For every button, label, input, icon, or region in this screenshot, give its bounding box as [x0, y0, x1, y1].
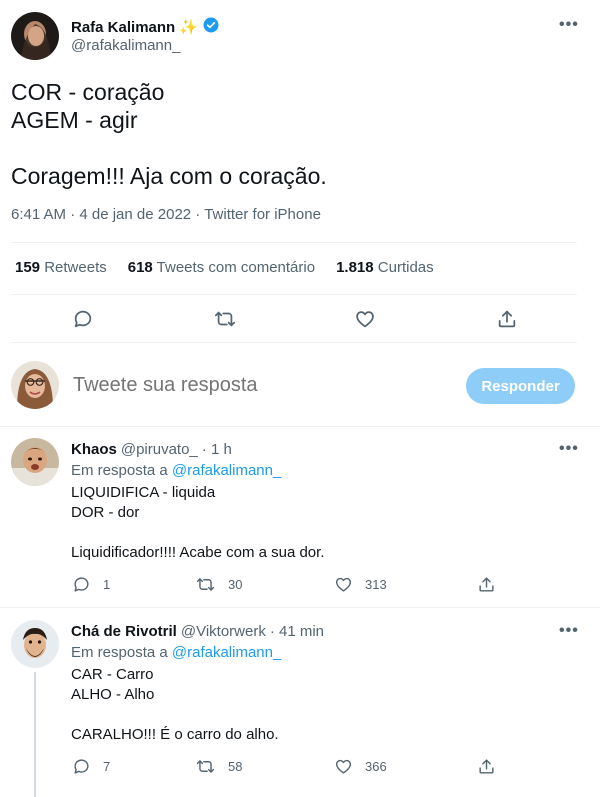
like-count: 313	[365, 577, 387, 592]
reply-author-handle: @Viktorwerk	[180, 623, 266, 640]
more-options-icon[interactable]: •••	[559, 16, 579, 34]
reply-text: LIQUIDIFICA - liquida DOR - dor Liquidif…	[71, 484, 325, 561]
thread-line	[34, 672, 36, 797]
retweet-count: 58	[228, 759, 243, 774]
like-action[interactable]: 366	[334, 757, 387, 776]
in-reply-to-link[interactable]: @rafakalimann_	[172, 644, 281, 661]
reply-author-name: Chá de Rivotril	[71, 623, 177, 640]
sparkles-emoji: ✨	[179, 19, 198, 36]
share-icon[interactable]	[494, 306, 520, 332]
divider	[11, 294, 577, 295]
tweet-metadata: 6:41 AM · 4 de jan de 2022 · Twitter for…	[11, 206, 321, 223]
more-options-icon[interactable]: •••	[559, 622, 579, 640]
reply-icon	[74, 759, 89, 774]
reply-count: 7	[103, 759, 111, 774]
like-icon	[335, 577, 352, 592]
reply-author[interactable]: Khaos @piruvato_ · 1 h	[71, 441, 232, 458]
like-count: 366	[365, 759, 387, 774]
reply-time[interactable]: · 41 min	[270, 623, 324, 640]
reply-avatar[interactable]	[11, 438, 59, 486]
reply-icon	[74, 577, 89, 592]
quotes-label: Tweets com comentário	[156, 259, 316, 276]
reply-time[interactable]: · 1 h	[202, 441, 232, 458]
tweet-source[interactable]: Twitter for iPhone	[204, 206, 321, 223]
tweet-stats: 159 Retweets 618 Tweets com comentário 1…	[15, 259, 434, 276]
in-reply-to: Em resposta a @rafakalimann_	[71, 462, 281, 479]
reply-author-name: Khaos	[71, 441, 117, 458]
more-options-icon[interactable]: •••	[559, 440, 579, 458]
divider	[11, 342, 577, 343]
reply-button[interactable]: Responder	[466, 368, 575, 404]
author-name-text: Rafa Kalimann	[71, 18, 176, 36]
share-icon	[479, 759, 494, 774]
reply-icon[interactable]	[70, 306, 96, 332]
in-reply-to: Em resposta a @rafakalimann_	[71, 644, 281, 661]
likes-count: 1.818	[336, 259, 374, 276]
reply-action[interactable]: 7	[72, 757, 110, 776]
share-icon	[479, 577, 494, 592]
retweet-action[interactable]: 58	[195, 757, 242, 776]
retweets-stat[interactable]: 159 Retweets	[15, 259, 107, 276]
retweet-icon[interactable]	[212, 306, 238, 332]
author-avatar[interactable]	[11, 12, 59, 60]
in-reply-to-link[interactable]: @rafakalimann_	[172, 462, 281, 479]
like-icon[interactable]	[352, 306, 378, 332]
divider	[11, 242, 577, 243]
retweet-count: 30	[228, 577, 243, 592]
quotes-stat[interactable]: 618 Tweets com comentário	[128, 259, 315, 276]
in-reply-to-prefix: Em resposta a	[71, 462, 172, 479]
retweet-icon	[196, 760, 215, 773]
share-action[interactable]	[477, 757, 496, 776]
share-action[interactable]	[477, 575, 496, 594]
author-handle[interactable]: @rafakalimann_	[71, 37, 180, 54]
author-name[interactable]: Rafa Kalimann ✨	[71, 16, 220, 38]
retweets-label: Retweets	[44, 259, 107, 276]
like-action[interactable]: 313	[334, 575, 387, 594]
likes-stat[interactable]: 1.818 Curtidas	[336, 259, 434, 276]
in-reply-to-prefix: Em resposta a	[71, 644, 172, 661]
reply-action[interactable]: 1	[72, 575, 110, 594]
reply-avatar[interactable]	[11, 620, 59, 668]
verified-badge-icon	[202, 16, 220, 38]
likes-label: Curtidas	[377, 259, 434, 276]
like-icon	[335, 759, 352, 774]
retweets-count: 159	[15, 259, 41, 276]
quotes-count: 618	[127, 259, 153, 276]
divider	[0, 607, 600, 608]
tweet-text: COR - coração AGEM - agir Coragem!!! Aja…	[11, 79, 327, 189]
reply-text: CAR - Carro ALHO - Alho CARALHO!!! É o c…	[71, 666, 279, 743]
reply-count: 1	[103, 577, 111, 592]
retweet-action[interactable]: 30	[195, 575, 242, 594]
reply-author-handle: @piruvato_	[120, 441, 198, 458]
tweet-timestamp[interactable]: 6:41 AM · 4 de jan de 2022 ·	[11, 206, 204, 223]
reply-author[interactable]: Chá de Rivotril @Viktorwerk · 41 min	[71, 623, 324, 640]
current-user-avatar	[11, 361, 59, 409]
retweet-icon	[196, 578, 215, 591]
reply-input[interactable]	[73, 374, 433, 397]
divider	[0, 426, 600, 427]
